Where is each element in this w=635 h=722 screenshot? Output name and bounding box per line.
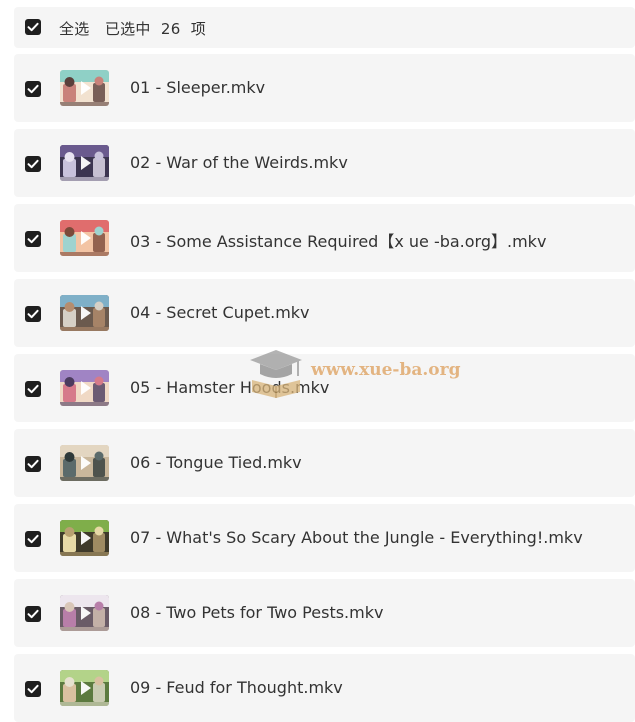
file-name[interactable]: 09 - Feud for Thought.mkv bbox=[130, 678, 343, 697]
watermark-text: www.xue-ba.org bbox=[311, 360, 461, 380]
file-row[interactable]: 03 - Some Assistance Required【x ue -ba.o… bbox=[14, 204, 635, 272]
file-name[interactable]: 07 - What's So Scary About the Jungle - … bbox=[130, 528, 583, 547]
file-checkbox[interactable] bbox=[25, 381, 41, 397]
file-checkbox[interactable] bbox=[25, 456, 41, 472]
check-icon bbox=[27, 22, 39, 32]
video-thumbnail[interactable] bbox=[60, 295, 109, 331]
watermark: www.xue-ba.org bbox=[246, 346, 460, 398]
file-row[interactable]: 07 - What's So Scary About the Jungle - … bbox=[14, 504, 635, 572]
file-checkbox[interactable] bbox=[25, 531, 41, 547]
selection-summary: 全选 已选中 26 项 bbox=[59, 18, 206, 39]
select-all-label[interactable]: 全选 bbox=[59, 20, 90, 38]
check-icon bbox=[27, 384, 39, 394]
file-row[interactable]: 04 - Secret Cupet.mkv bbox=[14, 279, 635, 347]
video-thumbnail[interactable] bbox=[60, 70, 109, 106]
file-row[interactable]: 09 - Feud for Thought.mkv bbox=[14, 654, 635, 722]
check-icon bbox=[27, 159, 39, 169]
video-thumbnail[interactable] bbox=[60, 220, 109, 256]
file-name[interactable]: 01 - Sleeper.mkv bbox=[130, 78, 265, 97]
file-checkbox[interactable] bbox=[25, 231, 41, 247]
selected-count: 26 bbox=[160, 20, 181, 38]
file-name[interactable]: 08 - Two Pets for Two Pests.mkv bbox=[130, 603, 383, 622]
file-row[interactable]: 08 - Two Pets for Two Pests.mkv bbox=[14, 579, 635, 647]
file-checkbox[interactable] bbox=[25, 156, 41, 172]
video-thumbnail[interactable] bbox=[60, 595, 109, 631]
file-row[interactable]: 02 - War of the Weirds.mkv bbox=[14, 129, 635, 197]
video-thumbnail[interactable] bbox=[60, 145, 109, 181]
check-icon bbox=[27, 84, 39, 94]
file-row[interactable]: 06 - Tongue Tied.mkv bbox=[14, 429, 635, 497]
selected-suffix: 项 bbox=[190, 20, 207, 38]
file-row[interactable]: 01 - Sleeper.mkv bbox=[14, 54, 635, 122]
graduation-cap-book-icon bbox=[250, 350, 302, 398]
select-all-checkbox[interactable] bbox=[25, 19, 41, 35]
video-thumbnail[interactable] bbox=[60, 370, 109, 406]
video-thumbnail[interactable] bbox=[60, 670, 109, 706]
selected-prefix: 已选中 bbox=[104, 20, 151, 38]
check-icon bbox=[27, 459, 39, 469]
file-checkbox[interactable] bbox=[25, 306, 41, 322]
file-name[interactable]: 02 - War of the Weirds.mkv bbox=[130, 153, 348, 172]
video-thumbnail[interactable] bbox=[60, 520, 109, 556]
video-thumbnail[interactable] bbox=[60, 445, 109, 481]
file-name[interactable]: 03 - Some Assistance Required【x ue -ba.o… bbox=[130, 228, 546, 252]
file-name[interactable]: 04 - Secret Cupet.mkv bbox=[130, 303, 310, 322]
file-checkbox[interactable] bbox=[25, 606, 41, 622]
check-icon bbox=[27, 609, 39, 619]
select-all-bar: 全选 已选中 26 项 bbox=[14, 7, 635, 48]
file-name[interactable]: 06 - Tongue Tied.mkv bbox=[130, 453, 302, 472]
check-icon bbox=[27, 309, 39, 319]
file-checkbox[interactable] bbox=[25, 681, 41, 697]
check-icon bbox=[27, 534, 39, 544]
file-checkbox[interactable] bbox=[25, 81, 41, 97]
check-icon bbox=[27, 234, 39, 244]
check-icon bbox=[27, 684, 39, 694]
